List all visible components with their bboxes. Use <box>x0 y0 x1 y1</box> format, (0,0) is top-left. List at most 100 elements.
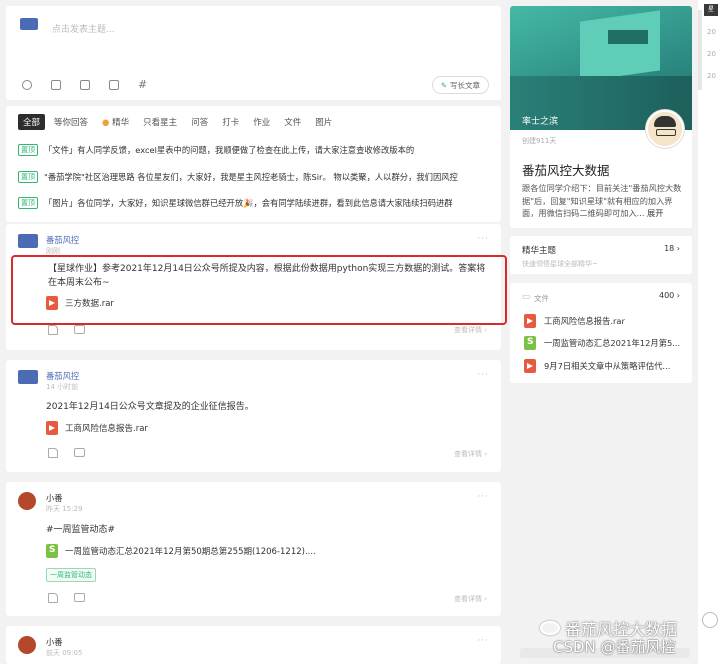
tab-qa[interactable]: 问答 <box>186 114 213 130</box>
featured-title: 精华主题 <box>522 246 557 256</box>
like-icon[interactable] <box>48 448 58 458</box>
more-icon[interactable]: ··· <box>477 492 489 502</box>
post-actions <box>48 448 85 458</box>
view-details-link[interactable]: 查看详情 › <box>454 594 487 604</box>
attachment[interactable]: 一周监管动态汇总2021年12月第50期总第255期(1206-1212)...… <box>46 544 316 558</box>
group-description: 跟各位同学介绍下：目前关注"番茄风控大数据"后，回复"知识星球"就有相应的加入界… <box>522 183 682 218</box>
comment-icon[interactable] <box>74 448 85 457</box>
group-name: 番茄风控大数据 <box>522 163 610 178</box>
like-icon[interactable] <box>48 325 58 335</box>
pinned-text: "番茄学院"社区治理思路 各位星友们，大家好，我是星主风控老骑士，陈Sir。 物… <box>44 172 458 182</box>
like-icon[interactable] <box>48 593 58 603</box>
more-icon[interactable]: ··· <box>477 234 489 244</box>
group-info-card: 率士之滨 创建911天 番茄风控大数据 跟各位同学介绍下：目前关注"番茄风控大数… <box>510 6 692 228</box>
long-article-button[interactable]: ✎ 写长文章 <box>431 76 489 94</box>
files-card: 文件 ▭ 400 › 工商风险信息报告.rar 一周监管动态汇总2021年12月… <box>510 283 692 383</box>
pen-icon: ✎ <box>440 80 447 90</box>
attachment-name: 一周监管动态汇总2021年12月第50期总第255期(1206-1212)...… <box>65 547 316 557</box>
author-name[interactable]: 小番 <box>46 636 63 648</box>
featured-count[interactable]: 18 › <box>664 244 680 253</box>
user-avatar <box>20 18 38 30</box>
author-name[interactable]: 番茄风控 <box>46 234 79 246</box>
pinned-item[interactable]: 置顶 「图片」各位同学，大家好，知识星球微信群已经开放🎉，会有同学陆续进群，看到… <box>18 197 498 209</box>
featured-topics-card[interactable]: 精华主题 18 › 快速领悟星球全部精华~ <box>510 236 692 274</box>
created-days: 创建911天 <box>522 137 557 145</box>
tab-homework[interactable]: 作业 <box>248 114 275 130</box>
comment-icon[interactable] <box>74 325 85 334</box>
emoji-icon[interactable] <box>22 80 32 90</box>
right-strip: 星 20 20 20 <box>698 0 720 664</box>
post-text: #一周监管动态# <box>46 525 116 535</box>
document-file-icon <box>524 336 536 350</box>
attachment[interactable]: 工商风险信息报告.rar <box>46 421 148 435</box>
tab-waiting-answer[interactable]: 等你回答 <box>49 114 93 130</box>
view-details-link[interactable]: 查看详情 › <box>454 325 487 335</box>
strip-item[interactable]: 20 <box>707 28 716 36</box>
file-name: 工商风险信息报告.rar <box>544 316 625 326</box>
chat-icon[interactable] <box>702 612 718 628</box>
files-count[interactable]: 400 › <box>659 291 680 300</box>
attachment-name: 工商风险信息报告.rar <box>65 424 148 434</box>
tab-owner-only[interactable]: 只看星主 <box>138 114 182 130</box>
rar-file-icon <box>524 314 536 328</box>
composer-placeholder[interactable]: 点击发表主题... <box>52 22 115 35</box>
document-file-icon <box>46 544 58 558</box>
topic-tag[interactable]: 一周监管动态 <box>46 568 96 582</box>
strip-scroll-track <box>698 10 702 90</box>
post-actions <box>48 593 85 603</box>
author-avatar[interactable] <box>18 370 38 384</box>
rar-file-icon <box>46 421 58 435</box>
feed-header: 全部 等你回答 ● 精华 只看星主 问答 打卡 作业 文件 图片 置顶 「文件」… <box>6 106 501 222</box>
author-avatar[interactable] <box>18 234 38 248</box>
video-icon[interactable] <box>109 80 119 90</box>
post-card[interactable]: 番茄风控 14 小时前 ··· 2021年12月14日公众号文章提及的企业征信报… <box>6 360 501 472</box>
author-avatar[interactable] <box>18 636 36 654</box>
file-name: 一周监管动态汇总2021年12月第5... <box>544 338 681 348</box>
view-details-link[interactable]: 查看详情 › <box>454 449 487 459</box>
file-item[interactable]: 一周监管动态汇总2021年12月第5... <box>524 336 684 350</box>
strip-item[interactable]: 20 <box>707 50 716 58</box>
author-name[interactable]: 小番 <box>46 492 63 504</box>
file-item[interactable]: 工商风险信息报告.rar <box>524 314 684 328</box>
tab-images[interactable]: 图片 <box>310 114 337 130</box>
featured-subtitle: 快速领悟星球全部精华~ <box>522 260 598 268</box>
medal-icon: ● <box>102 118 110 128</box>
post-composer[interactable]: 点击发表主题... # ✎ 写长文章 <box>6 6 501 100</box>
tab-featured[interactable]: ● 精华 <box>97 114 134 130</box>
comment-icon[interactable] <box>74 593 85 602</box>
image-icon[interactable] <box>51 80 61 90</box>
post-actions <box>48 325 85 335</box>
pinned-item[interactable]: 置顶 「文件」有人同学反馈，excel星表中的问题，我顺便做了检查在此上传，请大… <box>18 144 498 156</box>
more-icon[interactable]: ··· <box>477 636 489 646</box>
tab-all[interactable]: 全部 <box>18 114 46 130</box>
tab-checkin[interactable]: 打卡 <box>217 114 244 130</box>
file-icon[interactable] <box>80 80 90 90</box>
long-article-label: 写长文章 <box>450 80 480 90</box>
cover-label: 率士之滨 <box>522 117 559 127</box>
post-time: 前天 09:05 <box>46 649 83 657</box>
rar-file-icon <box>524 359 536 373</box>
owner-avatar[interactable] <box>646 110 684 148</box>
post-card[interactable]: 小番 昨天 15:29 ··· #一周监管动态# 一周监管动态汇总2021年12… <box>6 482 501 616</box>
author-name[interactable]: 番茄风控 <box>46 370 79 382</box>
hashtag-icon[interactable]: # <box>138 79 147 90</box>
wechat-icon <box>540 621 560 635</box>
strip-top-badge[interactable]: 星 <box>704 4 718 16</box>
strip-item[interactable]: 20 <box>707 72 716 80</box>
composer-toolbar: # <box>22 79 147 90</box>
pinned-item[interactable]: 置顶 "番茄学院"社区治理思路 各位星友们，大家好，我是星主风控老骑士，陈Sir… <box>18 171 498 183</box>
post-time: 14 小时前 <box>46 383 79 391</box>
pinned-badge: 置顶 <box>18 197 38 209</box>
file-item[interactable]: 9月7日相关文章中从策略评估代... <box>524 359 684 373</box>
post-text: 2021年12月14日公众号文章提及的企业征信报告。 <box>46 402 254 412</box>
file-name: 9月7日相关文章中从策略评估代... <box>544 361 671 371</box>
more-icon[interactable]: ··· <box>477 370 489 380</box>
highlight-annotation <box>11 255 507 325</box>
expand-link[interactable]: 展开 <box>647 208 663 218</box>
files-icon: ▭ <box>522 292 531 302</box>
pinned-badge: 置顶 <box>18 144 38 156</box>
post-time: 昨天 15:29 <box>46 505 83 513</box>
post-card[interactable]: 小番 前天 09:05 ··· <box>6 626 501 664</box>
author-avatar[interactable] <box>18 492 36 510</box>
tab-files[interactable]: 文件 <box>279 114 306 130</box>
